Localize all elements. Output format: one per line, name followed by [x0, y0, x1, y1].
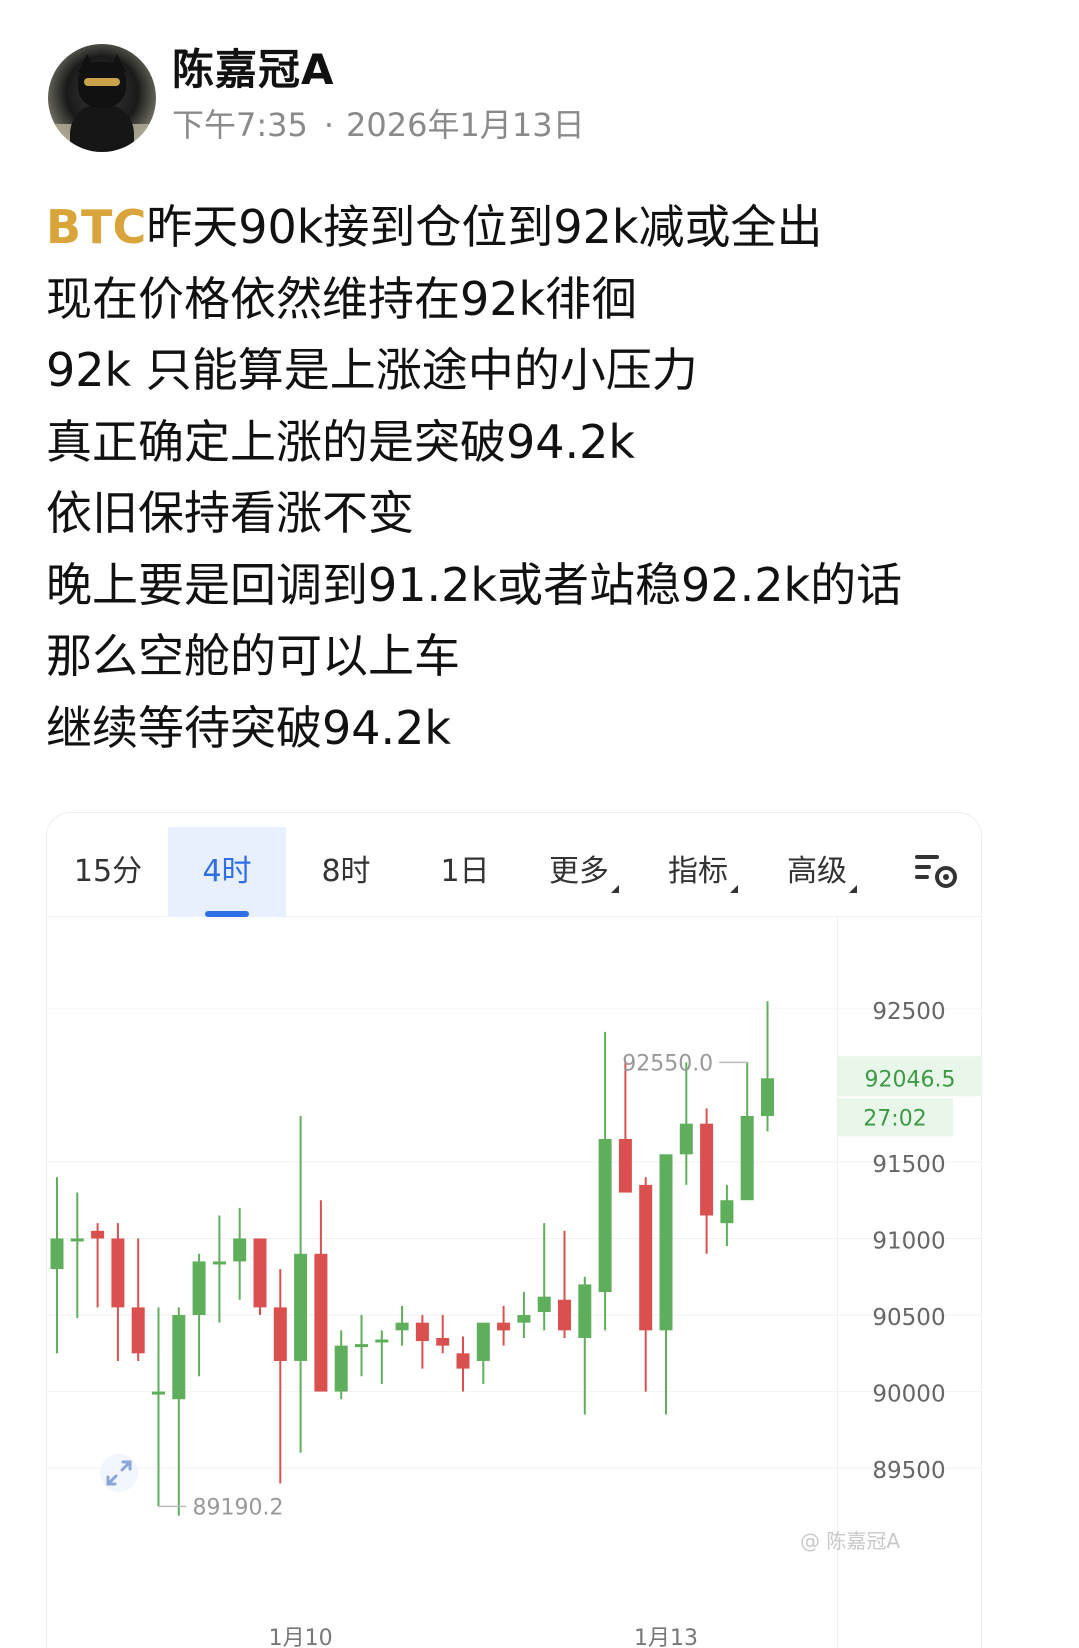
tab-more[interactable]: 更多	[525, 827, 643, 917]
candle-body[interactable]	[395, 1322, 409, 1331]
post-line: BTC昨天90k接到仓位到92k减或全出	[46, 192, 1046, 264]
price-tick-label: 91500	[872, 1152, 945, 1178]
candle-body[interactable]	[50, 1238, 64, 1270]
candle-body[interactable]	[172, 1315, 186, 1400]
candle-body[interactable]	[456, 1353, 470, 1369]
kline-chart-card: 15分 4时 8时 1日 更多 指标 高级 92500 91500 91000 905…	[46, 812, 982, 1648]
candle-body[interactable]	[91, 1230, 105, 1239]
tab-advanced[interactable]: 高级	[763, 827, 881, 917]
candle-body[interactable]	[294, 1253, 308, 1361]
candle-body[interactable]	[233, 1238, 247, 1262]
candle-body[interactable]	[436, 1337, 450, 1346]
candle-body[interactable]	[720, 1200, 734, 1224]
candle-body[interactable]	[517, 1315, 531, 1323]
tab-1d[interactable]: 1日	[406, 827, 524, 917]
candle-body[interactable]	[618, 1138, 632, 1193]
candle-body[interactable]	[131, 1307, 145, 1354]
post-line-text: 昨天90k接到仓位到92k减或全出	[146, 200, 823, 254]
post-line: 继续等待突破94.2k	[46, 700, 452, 755]
expand-arrows-icon[interactable]	[99, 1453, 139, 1493]
candle-body[interactable]	[558, 1299, 571, 1331]
candle-body[interactable]	[537, 1296, 551, 1312]
ticker-tag[interactable]: BTC	[46, 200, 146, 254]
dropdown-caret-icon	[730, 885, 738, 893]
price-tick-label: 92500	[872, 999, 945, 1025]
candle-body[interactable]	[192, 1261, 206, 1316]
author-name[interactable]: 陈嘉冠A	[172, 36, 335, 97]
dropdown-caret-icon	[611, 885, 619, 893]
date-tick-label: 1月10	[269, 1626, 333, 1648]
post-line: 晚上要是回调到91.2k或者站稳92.2k的话	[46, 557, 903, 612]
countdown-label: 27:02	[863, 1106, 926, 1131]
price-tick-label: 90500	[872, 1305, 945, 1331]
tab-indicators[interactable]: 指标	[644, 827, 762, 917]
min-price-label: 89190.2	[193, 1495, 284, 1520]
candle-body[interactable]	[273, 1307, 287, 1361]
post-line: 依旧保持看涨不变	[46, 486, 414, 540]
candle-body[interactable]	[375, 1339, 389, 1343]
candle-body[interactable]	[415, 1322, 429, 1342]
watermark: @ 陈嘉冠A	[800, 1529, 901, 1553]
candle-body[interactable]	[761, 1078, 774, 1117]
candle-body[interactable]	[578, 1284, 592, 1338]
avatar[interactable]	[48, 44, 156, 152]
post-line: 真正确定上涨的是突破94.2k	[46, 414, 636, 469]
candle-body[interactable]	[679, 1123, 693, 1155]
current-price-label: 92046.5	[865, 1067, 956, 1092]
price-tick-label: 89500	[872, 1458, 945, 1484]
candle-body[interactable]	[497, 1322, 511, 1331]
candle-body[interactable]	[639, 1184, 653, 1331]
tab-4h[interactable]: 4时	[168, 827, 286, 917]
candle-body[interactable]	[253, 1238, 267, 1308]
candle-body[interactable]	[598, 1138, 612, 1293]
candle-body[interactable]	[740, 1116, 754, 1201]
candle-body[interactable]	[152, 1391, 165, 1395]
candle-body[interactable]	[355, 1344, 368, 1348]
candle-body[interactable]	[334, 1345, 348, 1392]
post-body: BTC昨天90k接到仓位到92k减或全出 现在价格依然维持在92k徘徊 92k …	[46, 192, 1046, 764]
candle-body[interactable]	[700, 1123, 714, 1216]
tab-8h[interactable]: 8时	[287, 827, 405, 917]
post-line: 92k 只能算是上涨途中的小压力	[46, 343, 698, 397]
candle-body[interactable]	[212, 1261, 226, 1265]
price-tick-label: 90000	[872, 1382, 945, 1408]
dropdown-caret-icon	[849, 885, 857, 893]
candle-body[interactable]	[659, 1154, 673, 1331]
post-line: 那么空舱的可以上车	[46, 629, 460, 683]
post-header: 陈嘉冠A 下午7:35 · 2026年1月13日	[48, 36, 1028, 152]
candle-body[interactable]	[476, 1322, 490, 1361]
candle-body[interactable]	[70, 1238, 84, 1242]
chart-settings-icon[interactable]	[913, 851, 959, 891]
date-tick-label: 1月13	[634, 1626, 698, 1648]
interval-tabs: 15分 4时 8时 1日 更多 指标 高级	[47, 827, 981, 917]
post-line: 现在价格依然维持在92k徘徊	[46, 271, 638, 326]
post-meta: 下午7:35 · 2026年1月13日	[172, 100, 585, 146]
tab-15min[interactable]: 15分	[49, 827, 167, 917]
candle-body[interactable]	[314, 1253, 328, 1392]
post-time: 下午7:35	[172, 106, 308, 144]
post-date: 2026年1月13日	[346, 106, 585, 144]
meta-separator: ·	[323, 106, 335, 144]
price-tick-label: 91000	[872, 1228, 945, 1254]
candle-body[interactable]	[111, 1238, 125, 1308]
max-price-label: 92550.0	[622, 1051, 713, 1076]
